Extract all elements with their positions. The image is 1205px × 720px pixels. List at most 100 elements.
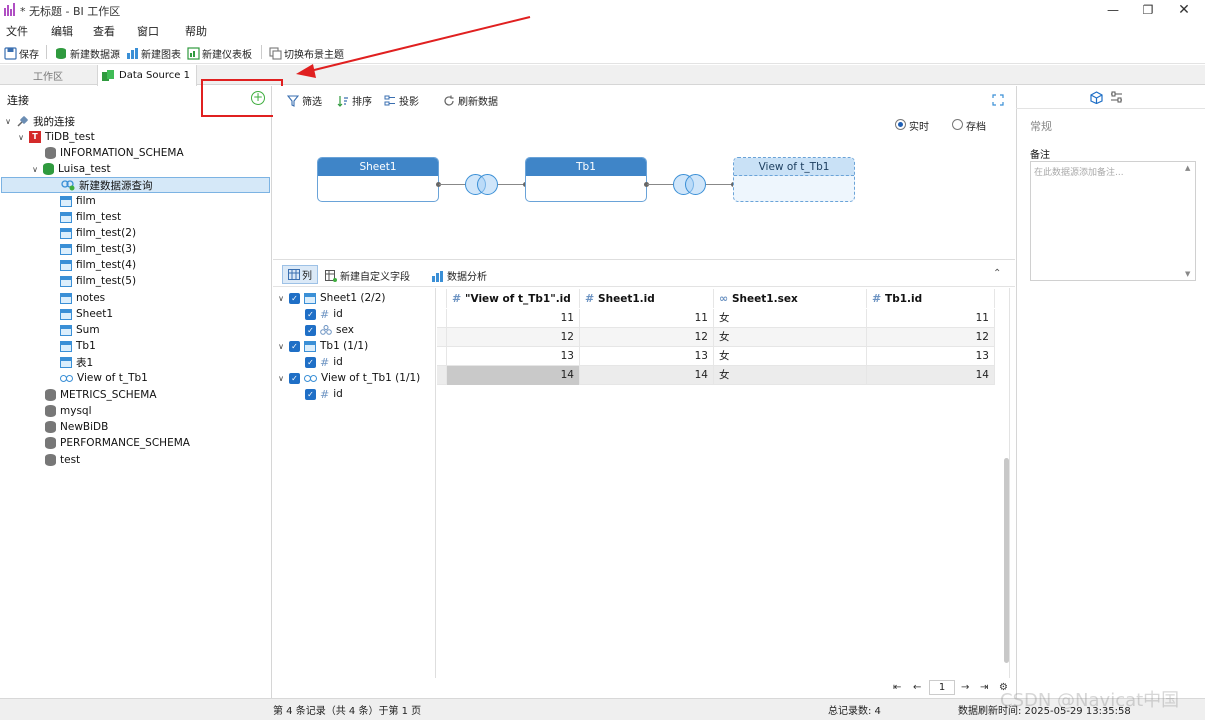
- tree-table[interactable]: notes: [60, 290, 105, 306]
- prev-page-icon[interactable]: ←: [913, 682, 921, 693]
- tree-table[interactable]: film_test: [60, 209, 121, 225]
- grid-cell[interactable]: 女: [714, 309, 867, 328]
- chevron-down-icon[interactable]: ∨: [277, 294, 285, 303]
- grid-header-cell[interactable]: # Sheet1.id: [580, 289, 714, 308]
- collapse-icon[interactable]: ⌃: [993, 268, 1001, 279]
- table-row[interactable]: 11 11 女 11: [437, 309, 995, 328]
- vertical-scrollbar[interactable]: [1004, 458, 1009, 663]
- checkbox-checked[interactable]: ✓: [305, 308, 316, 320]
- refresh-button[interactable]: 刷新数据: [443, 93, 498, 108]
- node-tb1[interactable]: Tb1: [525, 157, 647, 202]
- table-row[interactable]: 14 14 女 14: [437, 366, 995, 385]
- scroll-down-icon[interactable]: ▼: [1185, 270, 1190, 278]
- checkbox-checked[interactable]: ✓: [305, 356, 316, 368]
- menu-edit[interactable]: 编辑: [51, 23, 73, 39]
- tree-database[interactable]: PERFORMANCE_SCHEMA: [45, 435, 190, 451]
- tree-root[interactable]: ∨ 我的连接: [4, 113, 75, 129]
- chevron-down-icon[interactable]: ∨: [4, 117, 12, 126]
- projection-button[interactable]: 投影: [384, 93, 419, 108]
- checkbox-checked[interactable]: ✓: [289, 372, 300, 384]
- fullscreen-icon[interactable]: [992, 94, 1004, 106]
- page-input[interactable]: 1: [929, 680, 955, 695]
- grid-cell[interactable]: 12: [580, 328, 714, 347]
- save-button[interactable]: 保存: [4, 45, 39, 61]
- tree-database[interactable]: NewBiDB: [45, 419, 108, 435]
- chevron-down-icon[interactable]: ∨: [17, 133, 25, 142]
- table-row[interactable]: 13 13 女 13: [437, 347, 995, 366]
- node-view-of-t-tb1[interactable]: View of t_Tb1: [733, 157, 855, 202]
- last-page-icon[interactable]: ⇥: [980, 682, 988, 693]
- table-row[interactable]: 12 12 女 12: [437, 328, 995, 347]
- inner-join-icon[interactable]: [465, 174, 499, 195]
- field-group-tb1[interactable]: ∨ ✓ Tb1 (1/1): [277, 338, 368, 354]
- tree-database[interactable]: INFORMATION_SCHEMA: [45, 145, 184, 161]
- checkbox-checked[interactable]: ✓: [289, 340, 300, 352]
- grid-cell[interactable]: 女: [714, 347, 867, 366]
- grid-cell[interactable]: 11: [580, 309, 714, 328]
- new-dashboard-button[interactable]: 新建仪表板: [187, 45, 252, 61]
- scroll-up-icon[interactable]: ▲: [1185, 164, 1190, 172]
- field-item[interactable]: ✓ # id: [305, 306, 343, 322]
- tree-table[interactable]: 表1: [60, 354, 93, 370]
- new-datasource-button[interactable]: 新建数据源: [55, 45, 120, 61]
- tree-new-query[interactable]: 新建数据源查询: [1, 177, 270, 193]
- tree-database[interactable]: mysql: [45, 403, 92, 419]
- grid-cell[interactable]: 12: [867, 328, 995, 347]
- field-item[interactable]: ✓ sex: [305, 322, 354, 338]
- grid-cell[interactable]: 11: [867, 309, 995, 328]
- sort-button[interactable]: 排序: [337, 93, 372, 108]
- menu-help[interactable]: 帮助: [185, 23, 207, 39]
- tree-table[interactable]: film_test(5): [60, 273, 136, 289]
- tree-table[interactable]: Sum: [60, 322, 100, 338]
- inner-join-icon[interactable]: [673, 174, 707, 195]
- tree-table[interactable]: Tb1: [60, 338, 96, 354]
- checkbox-checked[interactable]: ✓: [305, 324, 316, 336]
- chevron-down-icon[interactable]: ∨: [277, 374, 285, 383]
- grid-header-cell[interactable]: # "View of t_Tb1".id: [447, 289, 580, 308]
- tree-table[interactable]: film_test(3): [60, 241, 136, 257]
- node-sheet1[interactable]: Sheet1: [317, 157, 439, 202]
- field-item[interactable]: ✓ # id: [305, 354, 343, 370]
- new-custom-field-button[interactable]: 新建自定义字段: [325, 268, 410, 283]
- grid-header-cell[interactable]: ∞ Sheet1.sex: [714, 289, 867, 308]
- tree-table[interactable]: film_test(4): [60, 257, 136, 273]
- first-page-icon[interactable]: ⇤: [893, 682, 901, 693]
- columns-button[interactable]: 列: [282, 265, 318, 284]
- tree-table[interactable]: Sheet1: [60, 306, 113, 322]
- tree-database[interactable]: ∨ Luisa_test: [31, 161, 111, 177]
- switch-theme-button[interactable]: 切换布景主题: [269, 45, 344, 61]
- cube-icon[interactable]: [1090, 91, 1103, 104]
- new-chart-button[interactable]: 新建图表: [126, 45, 181, 61]
- menu-file[interactable]: 文件: [6, 23, 28, 39]
- grid-cell[interactable]: 11: [447, 309, 580, 328]
- grid-cell[interactable]: 女: [714, 366, 867, 385]
- chevron-down-icon[interactable]: ∨: [277, 342, 285, 351]
- tree-view[interactable]: View of t_Tb1: [60, 370, 148, 386]
- minimize-icon[interactable]: —: [1095, 0, 1131, 20]
- data-analysis-button[interactable]: 数据分析: [431, 268, 487, 283]
- tree-database[interactable]: METRICS_SCHEMA: [45, 387, 157, 403]
- filter-button[interactable]: 筛选: [287, 93, 322, 108]
- field-group-sheet1[interactable]: ∨ ✓ Sheet1 (2/2): [277, 290, 385, 306]
- close-icon[interactable]: ✕: [1166, 0, 1202, 20]
- tree-server[interactable]: ∨ T TiDB_test: [17, 129, 95, 145]
- grid-cell[interactable]: 女: [714, 328, 867, 347]
- field-item[interactable]: ✓ # id: [305, 386, 343, 402]
- grid-cell[interactable]: 14: [580, 366, 714, 385]
- grid-cell[interactable]: 13: [867, 347, 995, 366]
- menu-view[interactable]: 查看: [93, 23, 115, 39]
- grid-cell[interactable]: 13: [580, 347, 714, 366]
- tree-table[interactable]: film: [60, 193, 96, 209]
- field-group-view[interactable]: ∨ ✓ View of t_Tb1 (1/1): [277, 370, 420, 386]
- settings-sliders-icon[interactable]: [1110, 91, 1123, 104]
- grid-cell[interactable]: 12: [447, 328, 580, 347]
- grid-cell[interactable]: 14: [867, 366, 995, 385]
- maximize-icon[interactable]: ❐: [1130, 0, 1166, 20]
- realtime-radio[interactable]: [895, 119, 906, 130]
- archive-radio[interactable]: [952, 119, 963, 130]
- next-page-icon[interactable]: →: [961, 682, 969, 693]
- tab-workspace[interactable]: 工作区: [0, 65, 96, 85]
- grid-cell[interactable]: 13: [447, 347, 580, 366]
- tree-table[interactable]: film_test(2): [60, 225, 136, 241]
- checkbox-checked[interactable]: ✓: [305, 388, 316, 400]
